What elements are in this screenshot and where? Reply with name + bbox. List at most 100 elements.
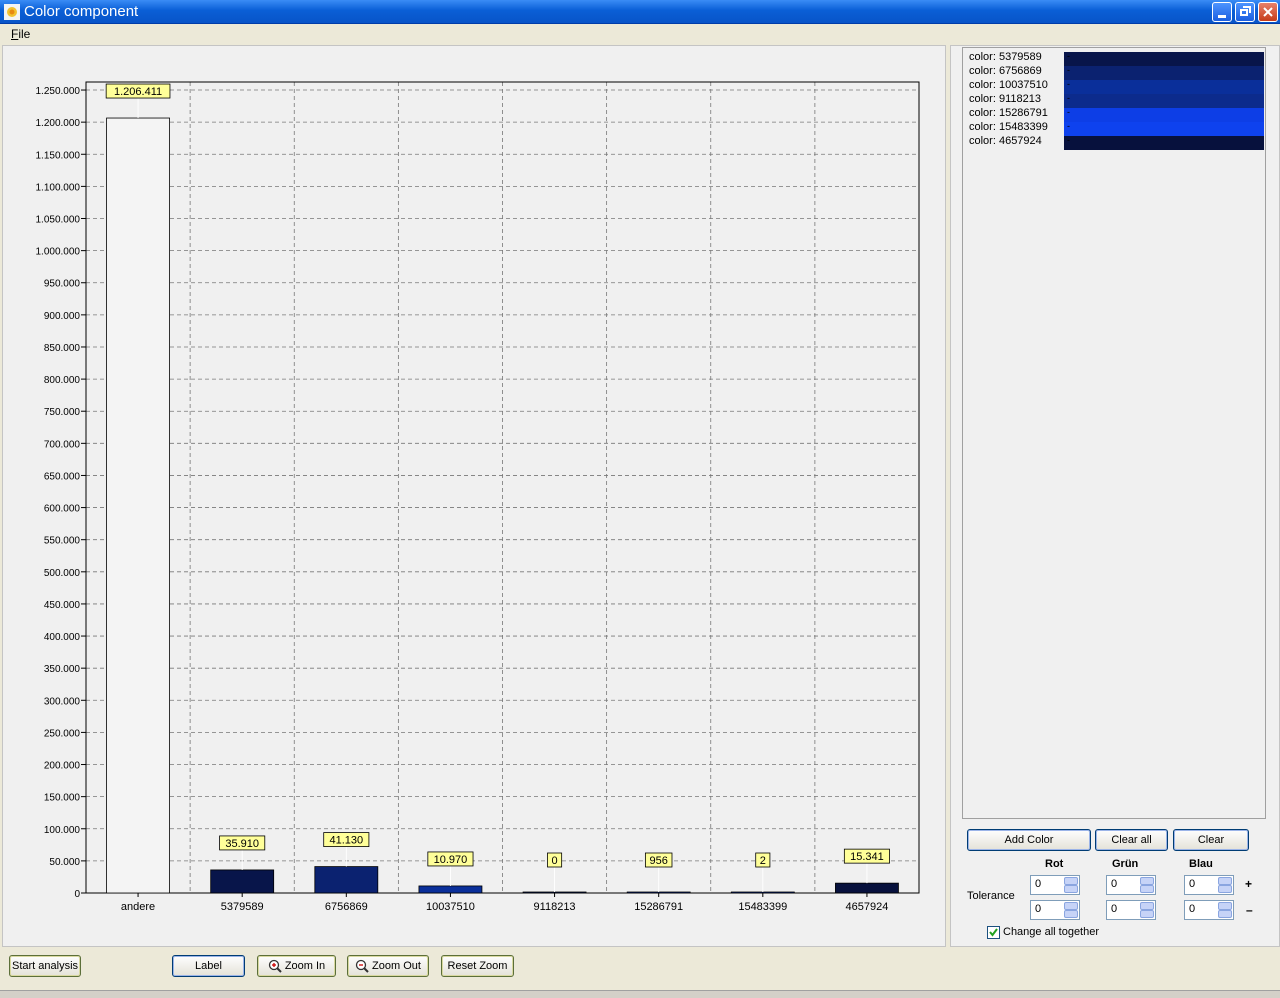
- color-swatch-mark: -: [1067, 135, 1070, 145]
- x-tick-label: 4657924: [846, 901, 889, 913]
- spin-up-icon[interactable]: [1064, 877, 1078, 885]
- spin-up-icon[interactable]: [1064, 902, 1078, 910]
- x-tick-label: 15286791: [634, 901, 683, 913]
- y-tick-label: 500.000: [44, 568, 81, 579]
- blau-plus-value: 0: [1189, 878, 1196, 890]
- checkmark-icon: [989, 928, 998, 937]
- reset-zoom-button[interactable]: Reset Zoom: [441, 955, 514, 977]
- spin-down-icon[interactable]: [1064, 885, 1078, 893]
- y-tick-label: 1.250.000: [36, 86, 81, 97]
- y-tick-label: 800.000: [44, 375, 81, 386]
- minus-sign: –: [1246, 903, 1253, 917]
- color-list-item-label[interactable]: color: 15483399: [969, 121, 1048, 133]
- y-tick-label: 250.000: [44, 728, 81, 739]
- blau-plus-stepper[interactable]: 0: [1184, 875, 1234, 895]
- bar: [626, 891, 691, 894]
- y-tick-label: 300.000: [44, 696, 81, 707]
- blau-minus-value: 0: [1189, 903, 1196, 915]
- y-tick-label: 1.200.000: [36, 118, 81, 129]
- bar: [522, 891, 587, 894]
- restore-button[interactable]: [1235, 2, 1255, 22]
- gruen-plus-value: 0: [1111, 878, 1118, 890]
- color-list-item-label[interactable]: color: 5379589: [969, 51, 1042, 63]
- taskbar-strip: [0, 990, 1280, 998]
- color-swatch: [1064, 66, 1264, 80]
- y-tick-label: 100.000: [44, 825, 81, 836]
- add-color-button[interactable]: Add Color: [967, 829, 1091, 851]
- spin-up-icon[interactable]: [1140, 877, 1154, 885]
- y-tick-label: 600.000: [44, 504, 81, 515]
- spin-up-icon[interactable]: [1218, 877, 1232, 885]
- bar: [730, 891, 795, 894]
- color-list-item-label[interactable]: color: 15286791: [969, 107, 1048, 119]
- color-swatch-mark: -: [1067, 51, 1070, 61]
- y-tick-label: 950.000: [44, 279, 81, 290]
- gruen-minus-stepper[interactable]: 0: [1106, 900, 1156, 920]
- blau-minus-stepper[interactable]: 0: [1184, 900, 1234, 920]
- clear-all-button[interactable]: Clear all: [1095, 829, 1168, 851]
- y-tick-label: 400.000: [44, 632, 81, 643]
- data-label: 1.206.411: [114, 86, 162, 98]
- y-tick-label: 900.000: [44, 311, 81, 322]
- minimize-button[interactable]: [1212, 2, 1232, 22]
- header-rot: Rot: [1045, 858, 1064, 870]
- rot-plus-stepper[interactable]: 0: [1030, 875, 1080, 895]
- x-tick-label: 6756869: [325, 901, 368, 913]
- bar: [418, 885, 483, 894]
- y-tick-label: 0: [74, 889, 80, 900]
- data-label: 0: [552, 855, 558, 867]
- y-tick-label: 1.100.000: [36, 182, 81, 193]
- data-label: 2: [760, 855, 766, 867]
- color-swatch-mark: -: [1067, 65, 1070, 75]
- gruen-plus-stepper[interactable]: 0: [1106, 875, 1156, 895]
- label-button[interactable]: Label: [172, 955, 245, 977]
- x-tick-label: 10037510: [426, 901, 475, 913]
- spin-down-icon[interactable]: [1064, 910, 1078, 918]
- spin-up-icon[interactable]: [1140, 902, 1154, 910]
- color-swatch: [1064, 52, 1264, 66]
- zoom-in-button[interactable]: Zoom In: [257, 955, 336, 977]
- y-tick-label: 50.000: [49, 857, 80, 868]
- spin-down-icon[interactable]: [1140, 910, 1154, 918]
- x-tick-label: 9118213: [534, 901, 576, 913]
- spin-up-icon[interactable]: [1218, 902, 1232, 910]
- zoom-out-icon: [355, 959, 369, 973]
- y-tick-label: 750.000: [44, 407, 81, 418]
- data-label: 41.130: [329, 835, 363, 847]
- header-blau: Blau: [1189, 858, 1213, 870]
- tolerance-label: Tolerance: [967, 890, 1015, 902]
- zoom-out-label: Zoom Out: [372, 960, 421, 972]
- spin-down-icon[interactable]: [1218, 885, 1232, 893]
- close-button[interactable]: [1258, 2, 1278, 22]
- header-gruen: Grün: [1112, 858, 1139, 870]
- bar: [314, 866, 379, 894]
- color-swatch: [1064, 136, 1264, 150]
- color-list[interactable]: color: 5379589 - color: 6756869 - color: 100…: [962, 47, 1266, 819]
- y-tick-label: 850.000: [44, 343, 81, 354]
- bar-chart: 0 50.000 100.000 150.000 200.000 250.000 300.0…: [36, 81, 920, 913]
- change-all-checkbox[interactable]: [987, 926, 1000, 939]
- start-analysis-button[interactable]: Start analysis: [9, 955, 81, 977]
- color-swatch: [1064, 94, 1264, 108]
- color-swatch: [1064, 80, 1264, 94]
- bar: [210, 869, 275, 894]
- data-label: 35.910: [225, 838, 259, 850]
- spin-down-icon[interactable]: [1218, 910, 1232, 918]
- minimize-icon: [1218, 15, 1226, 18]
- color-list-item-label[interactable]: color: 9118213: [969, 93, 1041, 105]
- spin-down-icon[interactable]: [1140, 885, 1154, 893]
- zoom-out-button[interactable]: Zoom Out: [347, 955, 429, 977]
- color-list-item-label[interactable]: color: 6756869: [969, 65, 1042, 77]
- data-label: 15.341: [850, 851, 884, 863]
- clear-button[interactable]: Clear: [1173, 829, 1249, 851]
- y-tick-label: 550.000: [44, 536, 81, 547]
- x-tick-label: 5379589: [221, 901, 264, 913]
- y-tick-label: 1.000.000: [36, 247, 81, 258]
- plus-sign: +: [1245, 877, 1253, 891]
- close-icon: [1263, 7, 1273, 17]
- color-list-item-label[interactable]: color: 10037510: [969, 79, 1048, 91]
- color-swatch-mark: -: [1067, 107, 1070, 117]
- color-list-item-label[interactable]: color: 4657924: [969, 135, 1042, 147]
- rot-minus-stepper[interactable]: 0: [1030, 900, 1080, 920]
- zoom-in-label: Zoom In: [284, 960, 326, 972]
